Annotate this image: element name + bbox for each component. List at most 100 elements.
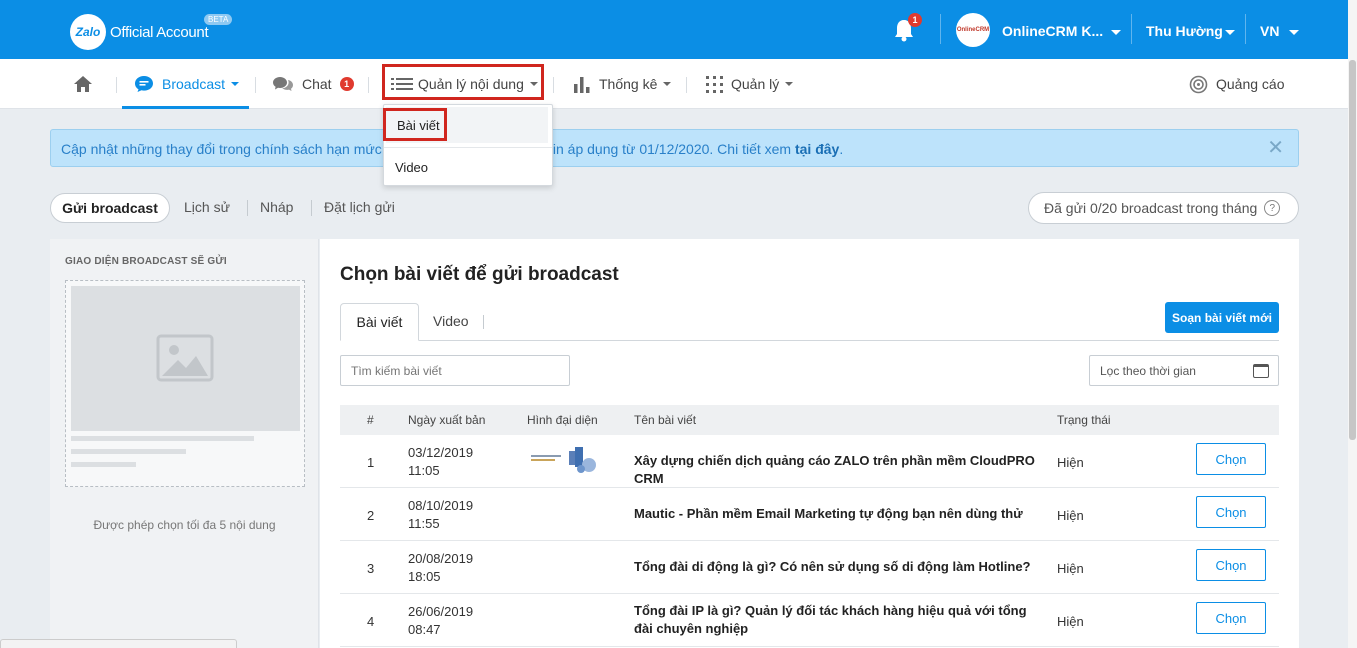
bar-chart-icon <box>574 77 590 93</box>
notice-period: . <box>839 141 844 157</box>
row-status: Hiện <box>1057 561 1084 576</box>
row-index: 3 <box>367 561 375 576</box>
row-date: 08/10/2019 <box>408 498 474 513</box>
chevron-down-icon <box>231 82 240 86</box>
select-button[interactable]: Chọn <box>1196 549 1266 581</box>
nav-divider <box>255 77 256 93</box>
row-title: Mautic - Phần mềm Email Marketing tự độn… <box>634 506 1023 521</box>
beta-badge: BETA <box>204 14 233 25</box>
scrollbar-thumb[interactable] <box>1349 60 1356 440</box>
image-icon <box>156 334 214 382</box>
tab-video[interactable]: Video <box>433 313 469 329</box>
subtab-schedule[interactable]: Đặt lịch gửi <box>324 199 395 215</box>
row-time: 11:05 <box>408 463 440 478</box>
nav-divider <box>116 77 117 93</box>
calendar-icon <box>1253 364 1269 378</box>
language-selector[interactable]: VN <box>1260 23 1279 39</box>
header-title: Tên bài viết <box>634 413 697 427</box>
help-icon[interactable]: ? <box>1264 200 1281 216</box>
table-row: 1 03/12/2019 11:05 Xây dựng chiến dịch q… <box>340 435 1279 488</box>
nav-ads-label: Quảng cáo <box>1216 76 1285 92</box>
account-avatar[interactable]: OnlineCRM <box>956 13 990 47</box>
search-input[interactable] <box>340 355 570 386</box>
close-icon[interactable]: ✕ <box>1267 138 1284 158</box>
highlight-box-content-menu <box>382 64 544 100</box>
subtab-divider <box>311 200 312 216</box>
nav-broadcast[interactable]: Broadcast <box>134 59 240 109</box>
select-button[interactable]: Chọn <box>1196 443 1266 475</box>
dropdown-item-video[interactable]: Video <box>384 149 552 185</box>
preview-title: GIAO DIỆN BROADCAST SẼ GỬI <box>65 256 227 267</box>
table-header: # Ngày xuất bản Hình đại diện Tên bài vi… <box>340 405 1279 435</box>
date-filter[interactable]: Lọc theo thời gian <box>1089 355 1279 386</box>
nav-broadcast-label: Broadcast <box>162 76 226 92</box>
notice-text-continued: tin áp dụng từ 01/12/2020. Chi tiết xem … <box>549 141 843 157</box>
preview-note: Được phép chọn tối đa 5 nội dung <box>93 518 276 532</box>
notice-link[interactable]: tại đây <box>795 141 839 157</box>
placeholder-line <box>71 436 254 441</box>
highlight-box-articles <box>383 108 447 141</box>
row-index: 4 <box>367 614 375 629</box>
header-status: Trạng thái <box>1057 413 1111 427</box>
table-row: 3 20/08/2019 18:05 Tổng đài di động là g… <box>340 541 1279 594</box>
row-title: Xây dựng chiến dịch quảng cáo ZALO trên … <box>634 453 1035 486</box>
nav-divider <box>686 77 687 93</box>
select-button[interactable]: Chọn <box>1196 496 1266 528</box>
chevron-down-icon[interactable] <box>1289 30 1299 35</box>
grid-icon <box>706 75 723 93</box>
target-icon <box>1189 75 1208 93</box>
placeholder-line <box>71 462 136 467</box>
chevron-down-icon[interactable] <box>1111 30 1121 35</box>
nav-stats-label: Thống kê <box>599 76 658 92</box>
placeholder-line <box>71 449 186 454</box>
nav-manage[interactable]: Quản lý <box>706 59 794 109</box>
user-name[interactable]: Thu Hường <box>1146 23 1223 39</box>
table-row: 4 26/06/2019 08:47 Tổng đài IP là gì? Qu… <box>340 594 1279 647</box>
row-time: 08:47 <box>408 622 441 637</box>
subtab-send-broadcast[interactable]: Gửi broadcast <box>50 193 170 223</box>
home-icon <box>74 76 92 92</box>
nav-chat-label: Chat <box>302 76 332 92</box>
active-tab-indicator <box>122 106 249 109</box>
row-date: 20/08/2019 <box>408 551 474 566</box>
header-image: Hình đại diện <box>527 413 598 427</box>
zalo-logo[interactable]: Zalo Official Account BETA <box>70 14 233 50</box>
nav-divider <box>553 77 554 93</box>
nav-divider <box>368 77 369 93</box>
nav-ads[interactable]: Quảng cáo <box>1189 59 1285 109</box>
compose-article-button[interactable]: Soạn bài viết mới <box>1165 302 1279 333</box>
date-filter-label: Lọc theo thời gian <box>1100 363 1196 378</box>
account-name[interactable]: OnlineCRM K... <box>1002 23 1103 39</box>
row-index: 2 <box>367 508 375 523</box>
notice-text-after: tin áp dụng từ 01/12/2020. Chi tiết xem <box>549 141 792 157</box>
select-button[interactable]: Chọn <box>1196 602 1266 634</box>
notification-badge: 1 <box>908 13 922 27</box>
nav-stats[interactable]: Thống kê <box>573 59 672 109</box>
divider <box>1245 14 1246 44</box>
logo-text: Official Account <box>110 23 209 41</box>
row-date: 26/06/2019 <box>408 604 474 619</box>
nav-manage-label: Quản lý <box>731 76 780 92</box>
row-status: Hiện <box>1057 455 1084 470</box>
row-time: 11:55 <box>408 516 440 531</box>
policy-notice: Cập nhật những thay đổi trong chính sách… <box>50 129 1299 167</box>
row-status: Hiện <box>1057 508 1084 523</box>
quota-text: Đã gửi 0/20 broadcast trong tháng <box>1044 200 1258 216</box>
row-index: 1 <box>367 455 375 470</box>
chat-icon <box>273 77 293 91</box>
top-bar: Zalo Official Account BETA 1 OnlineCRM O… <box>0 0 1357 59</box>
chevron-down-icon <box>785 82 794 86</box>
row-title: Tổng đài di động là gì? Có nên sử dụng s… <box>634 559 1031 574</box>
nav-chat[interactable]: Chat 1 <box>272 59 354 109</box>
tab-baseline <box>340 340 1279 341</box>
chat-badge: 1 <box>339 77 354 91</box>
subtab-draft[interactable]: Nháp <box>260 199 293 215</box>
chevron-down-icon[interactable] <box>1225 30 1235 35</box>
row-time: 18:05 <box>408 569 441 584</box>
notice-text: Cập nhật những thay đổi trong chính sách… <box>61 141 382 157</box>
header-date: Ngày xuất bản <box>408 413 486 427</box>
nav-home[interactable] <box>73 59 93 109</box>
divider <box>1131 14 1132 44</box>
tab-articles[interactable]: Bài viết <box>340 303 419 341</box>
subtab-history[interactable]: Lịch sử <box>184 199 230 215</box>
